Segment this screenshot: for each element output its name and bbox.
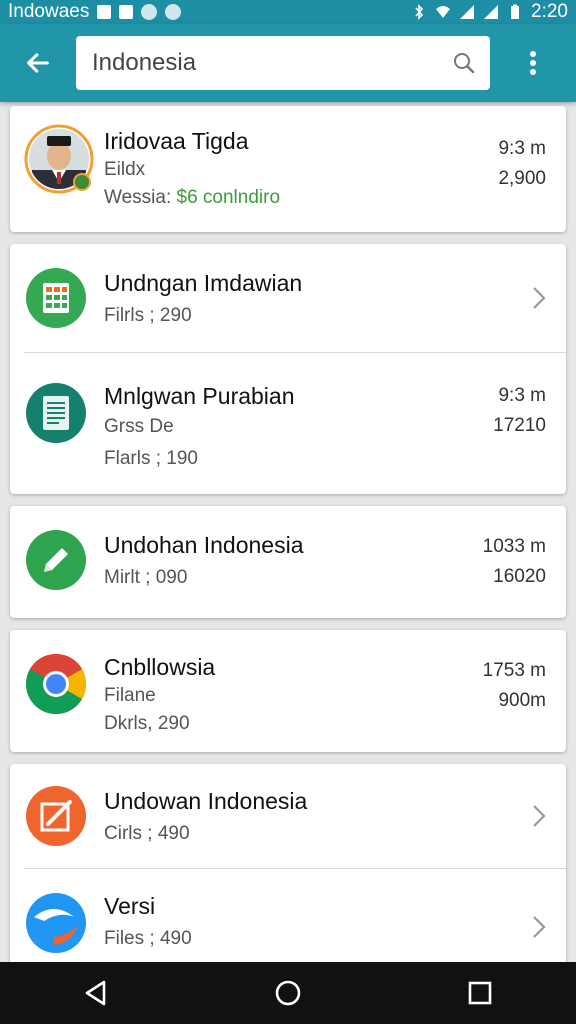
toolbar: Indonesia: [0, 24, 576, 102]
app-icon: [97, 5, 112, 19]
result-subtitle: Grss De: [104, 416, 174, 437]
recents-square-icon: [468, 981, 492, 1005]
chevron-right-icon: [533, 287, 546, 309]
result-count: 2,900: [498, 168, 546, 189]
result-detail: Flarls ; 190: [104, 448, 198, 469]
result-title: Mnlgwan Purabian: [104, 383, 295, 409]
result-card: Undngan Imdawian Filrls ; 290 Mnlgwan Pu…: [10, 244, 566, 494]
results-list: Iridovaa Tigda Eildx Wessia: $6 conlndir…: [10, 106, 566, 984]
result-detail-label: Wessia:: [104, 187, 177, 208]
round-icon: [165, 4, 182, 20]
spreadsheet-icon: [26, 268, 86, 328]
list-item[interactable]: Undowan Indonesia Cirls ; 490: [10, 764, 566, 868]
nav-home-button[interactable]: [258, 963, 318, 1023]
status-bar: Indowaes 2:20: [0, 0, 576, 24]
result-time: 9:3 m: [498, 138, 546, 159]
status-bar-time: 2:20: [531, 1, 568, 22]
result-subtitle: Mirlt ; 090: [104, 567, 188, 588]
wifi-icon: [436, 6, 451, 18]
back-button[interactable]: [0, 24, 76, 102]
result-detail-highlight: $6 conlndiro: [176, 187, 281, 208]
result-card: Undowan Indonesia Cirls ; 490 Versi File…: [10, 764, 566, 984]
result-detail: Dkrls, 290: [104, 713, 190, 734]
list-item[interactable]: Mnlgwan Purabian Grss De Flarls ; 190 9:…: [24, 352, 566, 494]
home-circle-icon: [275, 980, 301, 1006]
avatar: [24, 124, 94, 194]
result-count: 17210: [493, 415, 546, 436]
result-subtitle: Filrls ; 290: [104, 305, 192, 326]
bluetooth-icon: [415, 4, 424, 20]
chrome-icon: [25, 653, 87, 715]
status-bar-notification-text: Indowaes: [8, 1, 90, 22]
result-count: 16020: [493, 566, 546, 587]
result-title: Undohan Indonesia: [104, 532, 304, 558]
result-card[interactable]: Undohan Indonesia Mirlt ; 090 1033 m 160…: [10, 506, 566, 618]
result-detail: Wessia: $6 conlndiro: [104, 184, 498, 212]
overflow-menu-button[interactable]: [490, 24, 576, 102]
result-card[interactable]: Cnbllowsia Filane Dkrls, 290 1753 m 900m: [10, 630, 566, 752]
result-card[interactable]: Iridovaa Tigda Eildx Wessia: $6 conlndir…: [10, 106, 566, 232]
result-title: Undngan Imdawian: [104, 270, 303, 296]
swirl-icon: [26, 893, 86, 953]
pencil-icon: [26, 530, 86, 590]
chevron-right-icon: [533, 805, 546, 827]
battery-icon: [511, 4, 520, 19]
result-time: 9:3 m: [498, 385, 546, 406]
app-icon: [119, 5, 134, 19]
result-subtitle: Filane: [104, 685, 156, 706]
navigation-bar: [0, 962, 576, 1024]
search-query[interactable]: Indonesia: [92, 49, 452, 77]
cell-signal-icon: [484, 5, 499, 19]
round-icon: [141, 4, 158, 20]
document-icon: [26, 383, 86, 443]
result-subtitle: Files ; 490: [104, 928, 192, 949]
arrow-left-icon: [27, 53, 49, 73]
edit-square-icon: [26, 786, 86, 846]
result-time: 1753 m: [482, 660, 546, 681]
result-title: Iridovaa Tigda: [104, 128, 249, 154]
result-subtitle: Cirls ; 490: [104, 823, 190, 844]
list-item[interactable]: Undngan Imdawian Filrls ; 290: [10, 244, 566, 352]
more-vert-icon: [530, 51, 536, 75]
nav-back-button[interactable]: [66, 963, 126, 1023]
result-title: Versi: [104, 893, 156, 919]
chevron-right-icon: [533, 915, 546, 938]
back-triangle-icon: [85, 980, 106, 1006]
result-subtitle: Eildx: [104, 159, 146, 180]
cell-signal-icon: [460, 5, 475, 19]
result-count: 900m: [498, 690, 546, 711]
avatar-photo: [24, 124, 94, 194]
result-time: 1033 m: [482, 536, 546, 557]
result-title: Undowan Indonesia: [104, 788, 308, 814]
result-title: Cnbllowsia: [104, 654, 216, 680]
nav-recents-button[interactable]: [450, 963, 510, 1023]
search-icon[interactable]: [452, 51, 476, 75]
search-input[interactable]: Indonesia: [76, 36, 490, 90]
